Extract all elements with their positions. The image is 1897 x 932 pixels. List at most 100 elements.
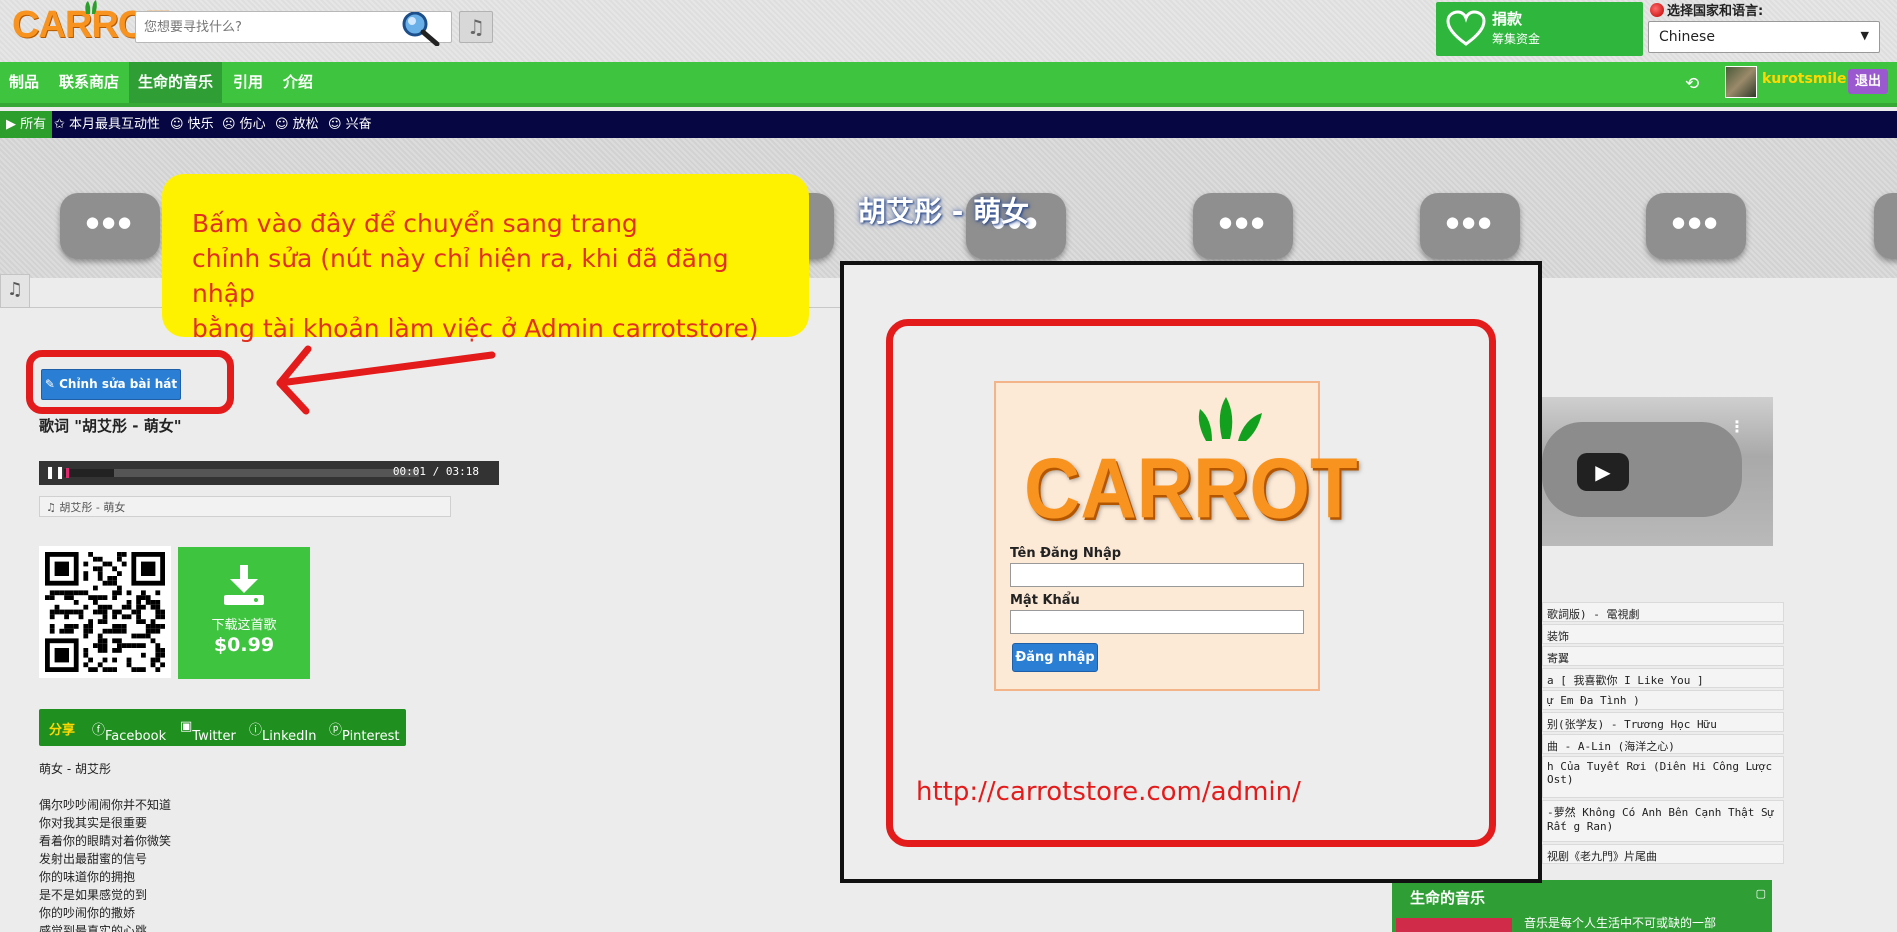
download-icon (224, 565, 264, 605)
logout-button[interactable]: 退出 (1848, 69, 1888, 94)
time-readout: 00:01 / 03:18 (392, 465, 479, 478)
mood-sad[interactable]: ☹ 伤心 (222, 111, 266, 138)
caret-down-icon: ▼ (1860, 29, 1869, 42)
expand-icon[interactable]: ▢ (1756, 887, 1766, 900)
chat-bubble-icon (60, 193, 160, 259)
video-thumb-shape (1542, 422, 1742, 517)
donate-button[interactable]: 捐款 筹集资金 (1436, 2, 1643, 56)
top-bar: CARROT ♫ 捐款 筹集资金 选择国家和语言: Chinese ▼ (0, 0, 1897, 62)
lyrics-body: 萌女 - 胡艾彤 偶尔吵吵闹闹你并不知道 你对我其实是很重要 看着你的眼睛对着你… (39, 760, 171, 932)
progress-track[interactable] (64, 468, 419, 478)
list-item[interactable]: 歌詞版) - 電視劇 (1542, 602, 1784, 622)
nav-item-about[interactable]: 介绍 (274, 62, 322, 103)
qr-code-image (45, 552, 165, 672)
list-item[interactable]: 寄翼 (1542, 646, 1784, 666)
music-of-life-description: 音乐是每个人生活中不可或缺的一部 (1524, 916, 1717, 930)
mood-most-interactive[interactable]: ✩ 本月最具互动性 (54, 111, 160, 138)
download-song-button[interactable]: 下载这首歌 $0.99 (178, 547, 310, 679)
language-select[interactable]: Chinese ▼ (1648, 21, 1880, 53)
video-thumbnail[interactable]: ▶ ⋮ (1542, 397, 1773, 546)
callout-line-3: bằng tài khoản làm việc ở Admin carrotst… (192, 314, 759, 343)
list-item[interactable]: h Của Tuyết Rơi (Diên Hi Công Lược Ost) (1542, 756, 1784, 798)
chat-bubble-icon (1420, 193, 1520, 259)
admin-login-card: CARROT Tên Đăng Nhập Mật Khẩu Đăng nhập (994, 381, 1358, 691)
nav-item-contact-store[interactable]: 联系商店 (50, 62, 128, 103)
nav-item-music-of-life[interactable]: 生命的音乐 (129, 62, 223, 103)
nav-item-products[interactable]: 制品 (0, 62, 48, 103)
chat-bubble-icon (1193, 193, 1293, 259)
main-nav: 制品 联系商店 生命的音乐 引用 介绍 ⟲ kurotsmile 退出 (0, 62, 1897, 107)
username[interactable]: kurotsmile (1762, 71, 1847, 87)
logo-leaf-icon (85, 0, 97, 14)
avatar[interactable] (1725, 66, 1757, 98)
play-icon[interactable]: ▶ (1577, 453, 1629, 491)
music-of-life-thumbnail[interactable] (1396, 918, 1512, 932)
share-facebook[interactable]: ⓕ Facebook (92, 719, 166, 744)
mood-happy[interactable]: ☺ 快乐 (170, 111, 214, 138)
login-button[interactable]: Đăng nhập (1012, 643, 1098, 672)
admin-url: http://carrotstore.com/admin/ (916, 777, 1301, 807)
share-twitter[interactable]: ▣ Twitter (180, 719, 236, 744)
download-price: $0.99 (213, 634, 275, 656)
callout-line-1: Bấm vào đây để chuyển sang trang (192, 209, 638, 238)
lyrics-line: 看着你的眼睛对着你微笑 (39, 834, 172, 848)
callout-line-2: chỉnh sửa (nút này chỉ hiện ra, khi đã đ… (192, 244, 729, 308)
related-songs-list: 歌詞版) - 電視劇 装饰 寄翼 a [ 我喜歡你 I Like You ] ự… (1542, 602, 1784, 866)
lyrics-heading: 歌词 "胡艾彤 - 萌女" (39, 417, 182, 435)
history-icon[interactable]: ⟲ (1685, 74, 1699, 94)
list-item[interactable]: 装饰 (1542, 624, 1784, 644)
annotation-arrow-icon (276, 345, 496, 415)
mood-relax[interactable]: ☺ 放松 (275, 111, 319, 138)
list-item[interactable]: 别(张学友) - Trương Học Hữu (1542, 712, 1784, 732)
banner-song-title: 胡艾彤 - 萌女 (858, 195, 1030, 228)
password-label: Mật Khẩu (1010, 593, 1080, 608)
language-value: Chinese (1659, 29, 1715, 45)
red-dot-icon (1650, 3, 1664, 17)
music-note-icon[interactable]: ♫ (459, 11, 493, 43)
search-icon[interactable] (395, 12, 441, 46)
music-of-life-box: 生命的音乐 ▢ 音乐是每个人生活中不可或缺的一部 (1392, 880, 1772, 932)
more-vertical-icon[interactable]: ⋮ (1729, 417, 1745, 436)
heart-icon (1446, 10, 1486, 46)
language-label: 选择国家和语言: (1650, 0, 1763, 19)
share-linkedin[interactable]: ⓘ LinkedIn (249, 719, 317, 744)
password-field[interactable] (1010, 610, 1304, 634)
tab-music-icon[interactable]: ♫ (0, 274, 30, 308)
donate-title: 捐款 (1492, 10, 1523, 28)
chat-bubble-icon (1874, 193, 1897, 259)
list-item[interactable]: -萝然 Không Có Anh Bên Cạnh Thật Sự Rất g … (1542, 800, 1784, 842)
download-label: 下载这首歌 (211, 618, 277, 633)
carrot-leaves-icon (1198, 397, 1262, 441)
mood-all[interactable]: ▶ 所有 (0, 111, 53, 138)
lyrics-subtitle: 萌女 - 胡艾彤 (39, 762, 111, 776)
share-label: 分享 (49, 723, 76, 738)
lyrics-line: 感觉到最真实的心跳 (39, 924, 148, 932)
list-item[interactable]: 视剧《老九門》片尾曲 (1542, 844, 1784, 864)
nav-item-quotes[interactable]: 引用 (224, 62, 272, 103)
mood-excited[interactable]: ☺ 兴奋 (328, 111, 372, 138)
now-playing-line: ♫ 胡艾彤 - 萌女 (39, 496, 451, 517)
username-field[interactable] (1010, 563, 1304, 587)
music-of-life-title: 生命的音乐 (1410, 889, 1486, 907)
list-item[interactable]: 曲 - A-Lin (海洋之心) (1542, 734, 1784, 754)
lyrics-line: 你的味道你的拥抱 (39, 870, 136, 884)
username-label: Tên Đăng Nhập (1010, 546, 1122, 561)
admin-login-inset: CARROT Tên Đăng Nhập Mật Khẩu Đăng nhập … (840, 261, 1542, 883)
chat-bubble-icon (1646, 193, 1746, 259)
pause-icon[interactable]: ❚❚ (45, 465, 65, 479)
search-box (135, 11, 452, 46)
lyrics-line: 你的吵闹你的撒娇 (39, 906, 136, 920)
search-input[interactable] (136, 12, 376, 42)
lyrics-line: 是不是如果感觉的到 (39, 888, 148, 902)
list-item[interactable]: ự Em Đa Tình ) (1542, 690, 1784, 710)
lyrics-line: 发射出最甜蜜的信号 (39, 852, 148, 866)
audio-player: ❚❚ 00:01 / 03:18 (39, 461, 499, 485)
edit-song-button[interactable]: ✎ Chỉnh sửa bài hát (41, 369, 181, 400)
lyrics-line: 偶尔吵吵闹闹你并不知道 (39, 798, 172, 812)
donate-subtitle: 筹集资金 (1492, 32, 1541, 46)
qr-code (39, 546, 171, 678)
annotation-callout: Bấm vào đây để chuyển sang trang chỉnh s… (162, 174, 809, 343)
list-item[interactable]: a [ 我喜歡你 I Like You ] (1542, 668, 1784, 688)
share-pinterest[interactable]: ⓟ Pinterest (329, 719, 399, 744)
progress-head[interactable] (66, 468, 69, 478)
